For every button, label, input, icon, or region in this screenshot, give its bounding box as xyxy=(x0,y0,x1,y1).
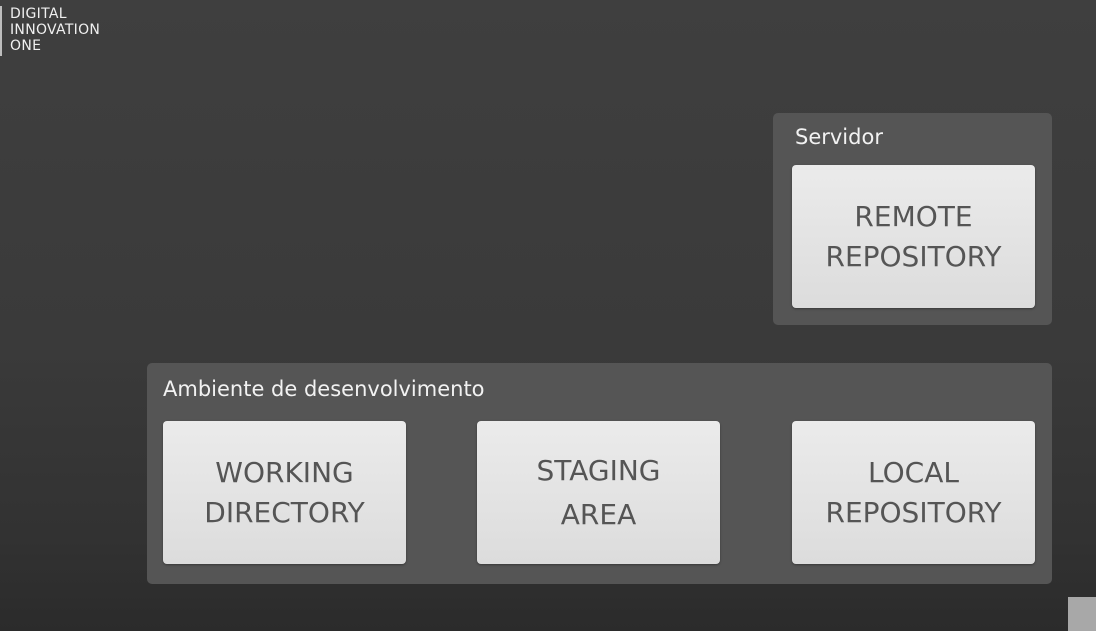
brand-logo: DIGITAL INNOVATION ONE xyxy=(0,6,100,56)
working-directory-box: WORKING DIRECTORY xyxy=(163,421,406,564)
ambiente-group-label: Ambiente de desenvolvimento xyxy=(163,377,485,401)
local-repository-label: LOCAL REPOSITORY xyxy=(825,455,1002,529)
ambiente-group: Ambiente de desenvolvimento WORKING DIRE… xyxy=(147,363,1052,584)
brand-logo-line: INNOVATION xyxy=(10,22,101,38)
local-repository-box: LOCAL REPOSITORY xyxy=(792,421,1035,564)
staging-area-box: STAGING AREA xyxy=(477,421,720,564)
brand-logo-line: DIGITAL xyxy=(10,6,67,22)
corner-block xyxy=(1068,597,1096,631)
remote-repository-label: REMOTE REPOSITORY xyxy=(825,199,1002,273)
staging-area-label: STAGING AREA xyxy=(536,453,661,531)
brand-logo-line: ONE xyxy=(10,38,42,54)
working-directory-label: WORKING DIRECTORY xyxy=(204,455,365,529)
servidor-group: Servidor REMOTE REPOSITORY xyxy=(773,113,1052,325)
servidor-group-label: Servidor xyxy=(795,125,883,149)
remote-repository-box: REMOTE REPOSITORY xyxy=(792,165,1035,308)
